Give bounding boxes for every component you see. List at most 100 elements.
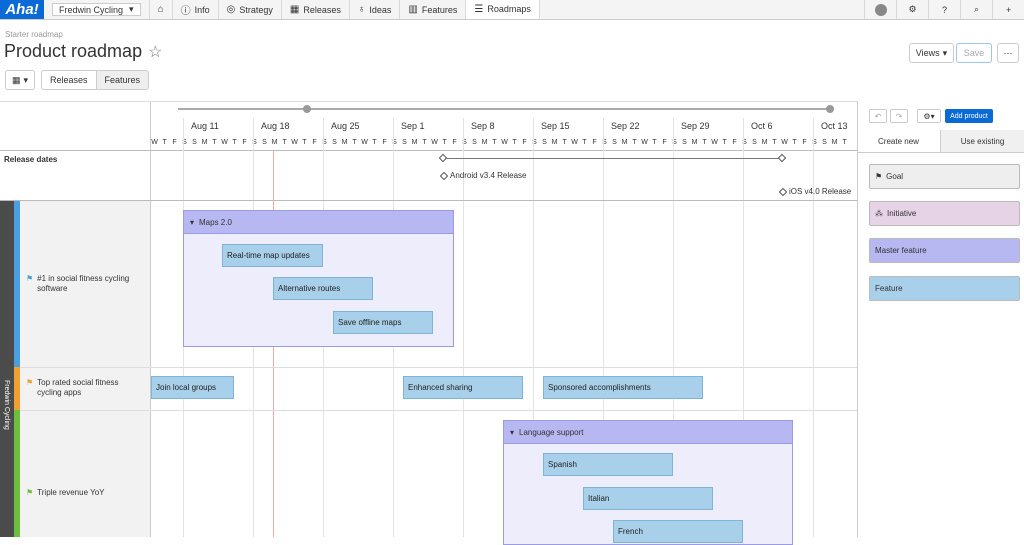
tab-create-new[interactable]: Create new — [857, 130, 940, 153]
goal-column — [20, 201, 150, 537]
timeline-range-slider[interactable] — [178, 105, 834, 113]
master-feature-header[interactable]: ▾ Maps 2.0 — [184, 211, 453, 234]
feature-card[interactable]: French — [613, 520, 743, 543]
help-button[interactable]: ? — [928, 0, 960, 19]
day-letter: F — [592, 139, 597, 146]
nav-strategy[interactable]: ◎ Strategy — [219, 0, 282, 19]
nav-info-label: Info — [194, 4, 210, 15]
day-letter: T — [442, 139, 447, 146]
goal-item-2[interactable]: ⚑ Top rated social fitness cycling apps — [26, 378, 136, 399]
week-label: Sep 22 — [611, 121, 640, 131]
add-product-button[interactable]: Add product — [945, 109, 993, 123]
feature-card[interactable]: Italian — [583, 487, 713, 510]
nav-home[interactable]: ⌂ — [150, 0, 173, 19]
nav-ideas[interactable]: ♁ Ideas — [350, 0, 401, 19]
nav-releases[interactable]: ▦ Releases — [282, 0, 350, 19]
redo-button[interactable]: ↷ — [890, 109, 908, 123]
product-select[interactable]: Fredwin Cycling ▾ — [52, 3, 141, 16]
flag-icon: ⚑ — [875, 172, 883, 181]
product-switcher[interactable]: Fredwin Cycling ▾ — [44, 0, 150, 19]
search-button[interactable]: ⌕ — [960, 0, 992, 19]
feature-card[interactable]: Enhanced sharing — [403, 376, 523, 399]
master-feature-header[interactable]: ▾ Language support — [504, 421, 792, 444]
calendar-icon: ▦ — [11, 74, 21, 85]
goal-label: Triple revenue YoY — [37, 488, 105, 497]
feature-card[interactable]: Real-time map updates — [222, 244, 323, 267]
row-divider — [20, 367, 857, 368]
goal-item-1[interactable]: ⚑ #1 in social fitness cycling software — [26, 274, 136, 295]
user-avatar[interactable] — [864, 0, 896, 19]
week-label: Sep 15 — [541, 121, 570, 131]
plus-icon: + — [1005, 4, 1012, 15]
save-button[interactable]: Save — [956, 43, 992, 63]
release-android[interactable]: Android v3.4 Release — [439, 171, 527, 180]
day-letter: S — [612, 139, 617, 146]
add-button[interactable]: + — [992, 0, 1024, 19]
day-letter: W — [711, 139, 718, 146]
search-icon: ⌕ — [973, 4, 980, 14]
day-letter: F — [172, 139, 177, 146]
aha-logo[interactable]: Aha! — [0, 0, 44, 19]
day-letter: S — [192, 139, 197, 146]
feature-card[interactable]: Alternative routes — [273, 277, 373, 300]
day-letter: F — [802, 139, 807, 146]
day-letter: F — [662, 139, 667, 146]
week-label: Aug 18 — [261, 121, 290, 131]
master-feature-label: Maps 2.0 — [199, 217, 232, 227]
day-letter: F — [312, 139, 317, 146]
nav-roadmaps[interactable]: ☰ Roadmaps — [466, 0, 540, 19]
feature-card[interactable]: Save offline maps — [333, 311, 433, 334]
slider-end-handle[interactable] — [826, 105, 834, 113]
card-initiative[interactable]: ⁂ Initiative — [869, 201, 1020, 226]
caret-down-icon[interactable]: ▾ — [510, 428, 514, 437]
card-label: Master feature — [875, 246, 927, 255]
day-letter: M — [621, 139, 628, 146]
more-button[interactable]: ··· — [997, 43, 1019, 63]
day-letter: T — [562, 139, 567, 146]
view-toggle: Releases Features — [41, 70, 150, 90]
card-goal[interactable]: ⚑ Goal — [869, 164, 1020, 189]
gear-icon: ⚙ — [908, 4, 917, 14]
top-nav: Aha! Fredwin Cycling ▾ ⌂ ⓘ Info ◎ Strategy… — [0, 0, 1024, 20]
row-divider — [20, 410, 857, 411]
caret-down-icon[interactable]: ▾ — [190, 218, 194, 227]
day-letter: S — [402, 139, 407, 146]
day-letter: M — [201, 139, 208, 146]
settings-button[interactable]: ⚙ — [896, 0, 928, 19]
tab-use-existing[interactable]: Use existing — [940, 130, 1024, 153]
calendar-menu-button[interactable]: ▦ ▾ — [5, 70, 35, 90]
feature-card[interactable]: Spanish — [543, 453, 673, 476]
save-label: Save — [963, 48, 985, 58]
panel-settings-button[interactable]: ⚙▾ — [917, 109, 941, 123]
day-letter: F — [452, 139, 457, 146]
home-icon: ⌂ — [157, 4, 164, 15]
day-letter: T — [302, 139, 307, 146]
release-ios[interactable]: iOS v4.0 Release — [778, 187, 851, 196]
feature-card[interactable]: Join local groups — [151, 376, 234, 399]
nav-info[interactable]: ⓘ Info — [173, 0, 219, 19]
day-letter: T — [722, 139, 727, 146]
breadcrumb[interactable]: Starter roadmap — [5, 30, 63, 39]
day-letter: M — [691, 139, 698, 146]
day-letter: T — [162, 139, 167, 146]
day-letter: S — [472, 139, 477, 146]
star-icon[interactable]: ☆ — [148, 42, 162, 62]
slider-start-handle[interactable] — [303, 105, 311, 113]
panel-tabs: Create new Use existing — [857, 130, 1024, 153]
goal-item-3[interactable]: ⚑ Triple revenue YoY — [26, 488, 136, 498]
day-letter: W — [361, 139, 368, 146]
card-feature[interactable]: Feature — [869, 276, 1020, 301]
day-letter: F — [242, 139, 247, 146]
views-button[interactable]: Views ▾ — [909, 43, 954, 63]
nav-features[interactable]: ▥ Features — [400, 0, 467, 19]
day-letter: T — [212, 139, 217, 146]
toggle-releases[interactable]: Releases — [42, 71, 96, 89]
day-letter: W — [151, 139, 158, 146]
flag-icon: ⚑ — [26, 378, 34, 387]
day-letter: W — [781, 139, 788, 146]
undo-button[interactable]: ↶ — [869, 109, 887, 123]
card-master-feature[interactable]: Master feature — [869, 238, 1020, 263]
toggle-features[interactable]: Features — [95, 71, 149, 89]
diamond-icon — [439, 171, 449, 180]
feature-card[interactable]: Sponsored accomplishments — [543, 376, 703, 399]
